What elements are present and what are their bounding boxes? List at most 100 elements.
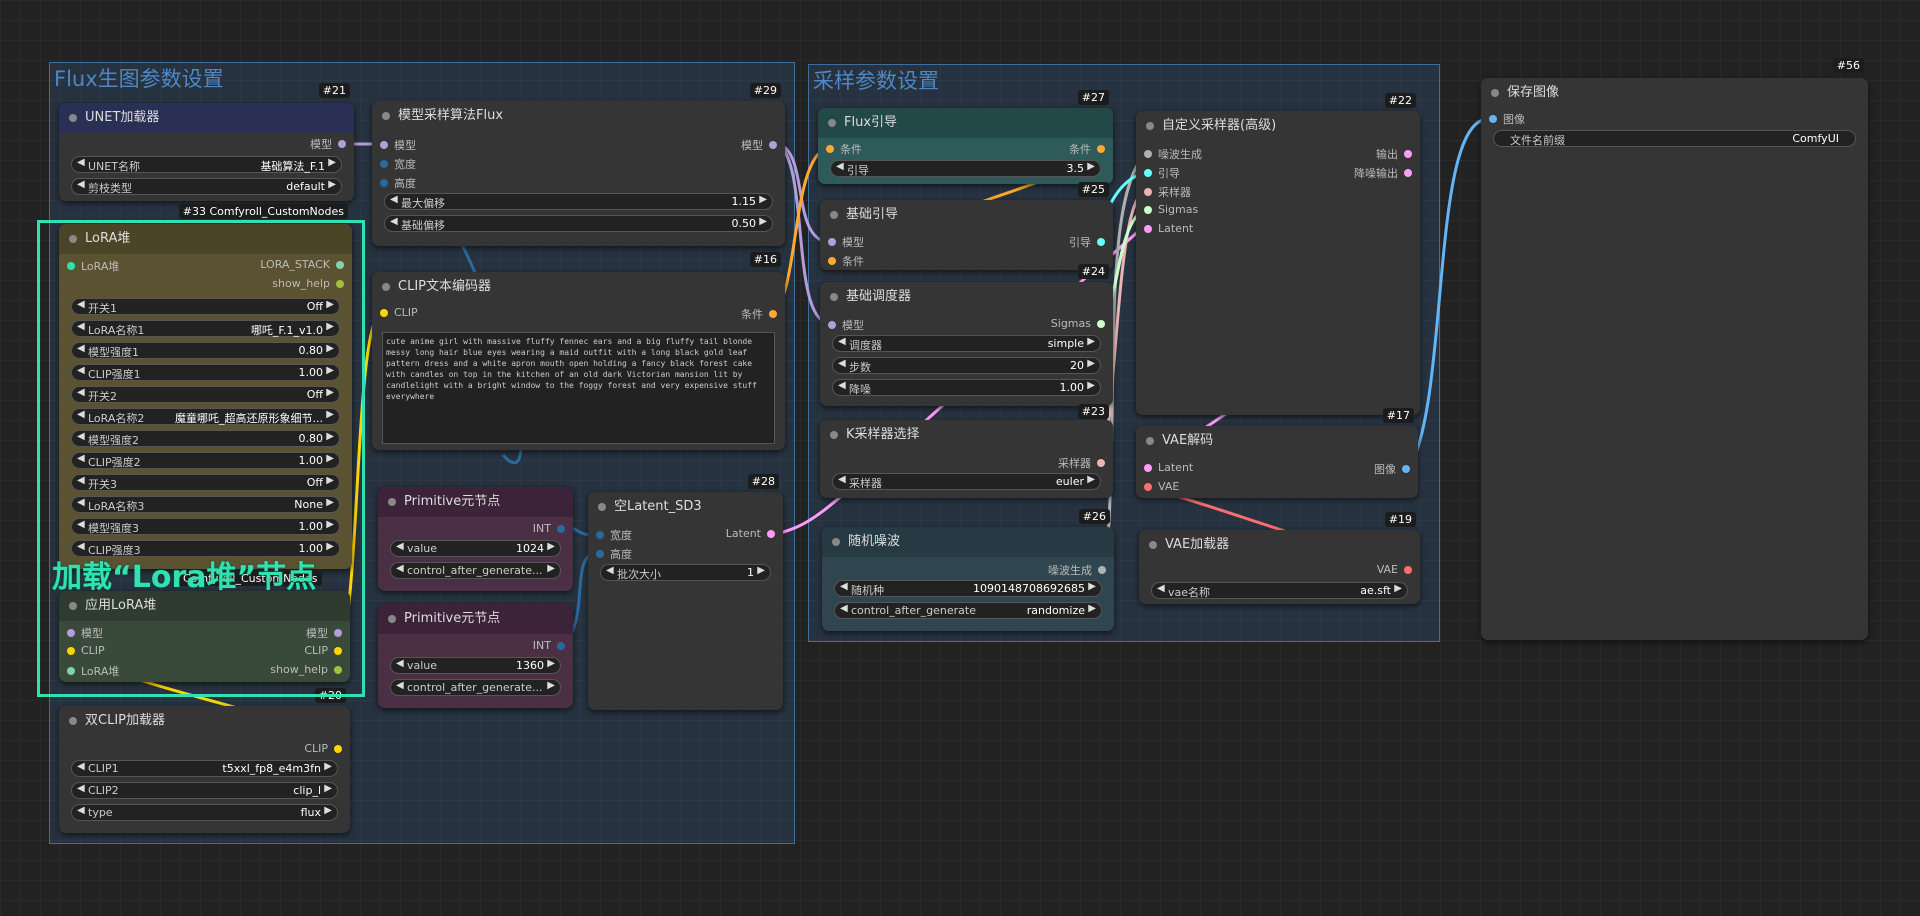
socket-icon[interactable] (1097, 238, 1105, 246)
custom-sampler-advanced-node[interactable]: 自定义采样器(高级) #22 噪波生成 输出 引导 降噪输出 采样器 Sigmas … (1136, 93, 1420, 415)
input-width[interactable]: 宽度 (596, 527, 632, 543)
arrow-right-icon[interactable]: ▶ (1087, 161, 1095, 172)
socket-icon[interactable] (1404, 150, 1412, 158)
arrow-left-icon[interactable]: ◀ (1157, 583, 1165, 594)
dual-clip-loader-node[interactable]: 双CLIP加载器 #20 CLIP ◀ CLIP1 t5xxl_fp8_e4m3fn… (59, 688, 350, 833)
socket-icon[interactable] (769, 141, 777, 149)
output-sigmas[interactable]: Sigmas (1051, 317, 1105, 330)
group-title[interactable]: 采样参数设置 (813, 65, 939, 95)
socket-icon[interactable] (596, 550, 604, 558)
arrow-right-icon[interactable]: ▶ (1394, 583, 1402, 594)
clip1-widget[interactable]: ◀ CLIP1 t5xxl_fp8_e4m3fn ▶ (71, 760, 338, 777)
node-header[interactable]: 保存图像 (1481, 78, 1868, 108)
arrow-left-icon[interactable]: ◀ (840, 581, 848, 592)
value-widget[interactable]: ◀ value 1024 ▶ (390, 540, 561, 557)
output-int[interactable]: INT (533, 639, 565, 652)
socket-icon[interactable] (1144, 188, 1152, 196)
arrow-right-icon[interactable]: ▶ (324, 783, 332, 794)
socket-icon[interactable] (826, 145, 834, 153)
node-header[interactable]: Primitive元节点 (378, 487, 573, 517)
arrow-right-icon[interactable]: ▶ (1087, 358, 1095, 369)
value-widget[interactable]: ◀ value 1360 ▶ (390, 657, 561, 674)
collapse-dot-icon[interactable] (69, 114, 77, 122)
output-latent[interactable]: Latent (726, 527, 775, 540)
socket-icon[interactable] (1144, 169, 1152, 177)
collapse-dot-icon[interactable] (388, 615, 396, 623)
input-latent[interactable]: Latent (1144, 222, 1193, 235)
collapse-dot-icon[interactable] (598, 503, 606, 511)
socket-icon[interactable] (338, 140, 346, 148)
sampler-widget[interactable]: ◀ 采样器 euler ▶ (832, 473, 1101, 490)
arrow-right-icon[interactable]: ▶ (547, 541, 555, 552)
guidance-widget[interactable]: ◀ 引导 3.5 ▶ (830, 160, 1101, 177)
arrow-right-icon[interactable]: ▶ (1088, 603, 1096, 614)
arrow-left-icon[interactable]: ◀ (396, 658, 404, 669)
random-noise-node[interactable]: 随机噪波 #26 噪波生成 ◀ 随机种 1090148708692685 ▶ ◀ con… (822, 509, 1114, 631)
empty-latent-node[interactable]: 空Latent_SD3 #28 宽度 Latent 高度 ◀ 批次大小 1 ▶ (588, 474, 783, 710)
socket-icon[interactable] (1097, 459, 1105, 467)
basic-guider-node[interactable]: 基础引导 #25 模型 引导 条件 (820, 182, 1113, 270)
socket-icon[interactable] (1489, 115, 1497, 123)
input-latent[interactable]: Latent (1144, 461, 1193, 474)
vae-decode-node[interactable]: VAE解码 #17 Latent 图像 VAE (1136, 408, 1418, 498)
arrow-left-icon[interactable]: ◀ (77, 179, 85, 190)
socket-icon[interactable] (828, 321, 836, 329)
socket-icon[interactable] (1144, 205, 1152, 214)
node-header[interactable]: VAE加载器 (1139, 530, 1420, 560)
arrow-left-icon[interactable]: ◀ (77, 805, 85, 816)
collapse-dot-icon[interactable] (1146, 122, 1154, 130)
input-sampler[interactable]: 采样器 (1144, 184, 1191, 200)
arrow-right-icon[interactable]: ▶ (759, 194, 767, 205)
output-vae[interactable]: VAE (1377, 563, 1412, 576)
socket-icon[interactable] (596, 531, 604, 539)
node-header[interactable]: K采样器选择 (820, 420, 1113, 450)
input-guider[interactable]: 引导 (1144, 165, 1180, 181)
batch-size-widget[interactable]: ◀ 批次大小 1 ▶ (600, 564, 771, 581)
node-header[interactable]: 空Latent_SD3 (588, 492, 783, 522)
output-int[interactable]: INT (533, 522, 565, 535)
socket-icon[interactable] (557, 641, 565, 650)
prune-type-widget[interactable]: ◀ 剪枝类型 default ▶ (71, 178, 342, 195)
socket-icon[interactable] (1097, 145, 1105, 153)
model-sampling-flux-node[interactable]: 模型采样算法Flux #29 模型 模型 宽度 高度 ◀ 最大偏移 1.15 ▶ ◀ 基础… (372, 83, 785, 246)
input-height[interactable]: 高度 (596, 546, 632, 562)
arrow-right-icon[interactable]: ▶ (1087, 380, 1095, 391)
arrow-right-icon[interactable]: ▶ (324, 761, 332, 772)
clip-text-encode-node[interactable]: CLIP文本编码器 #16 CLIP 条件 cute anime girl wit… (372, 252, 785, 450)
output-conditioning[interactable]: 条件 (741, 306, 777, 322)
output-noise[interactable]: 噪波生成 (1048, 562, 1106, 578)
socket-icon[interactable] (1144, 224, 1152, 233)
output-sampler[interactable]: 采样器 (1058, 455, 1105, 471)
arrow-left-icon[interactable]: ◀ (396, 541, 404, 552)
input-sigmas[interactable]: Sigmas (1144, 203, 1198, 216)
arrow-left-icon[interactable]: ◀ (838, 380, 846, 391)
collapse-dot-icon[interactable] (830, 211, 838, 219)
node-header[interactable]: CLIP文本编码器 (372, 272, 785, 302)
collapse-dot-icon[interactable] (382, 112, 390, 120)
node-header[interactable]: UNET加载器 (59, 103, 354, 133)
socket-icon[interactable] (828, 238, 836, 246)
socket-icon[interactable] (380, 308, 388, 317)
control-after-generate-widget[interactable]: ◀ control_after_generate randomize ▶ (834, 602, 1102, 619)
input-model[interactable]: 模型 (828, 317, 864, 333)
node-header[interactable]: 随机噪波 (822, 527, 1114, 557)
socket-icon[interactable] (1402, 465, 1410, 473)
socket-icon[interactable] (1144, 150, 1152, 158)
input-model[interactable]: 模型 (828, 234, 864, 250)
arrow-left-icon[interactable]: ◀ (77, 761, 85, 772)
arrow-left-icon[interactable]: ◀ (836, 161, 844, 172)
arrow-right-icon[interactable]: ▶ (547, 680, 555, 691)
input-noise[interactable]: 噪波生成 (1144, 146, 1202, 162)
base-shift-widget[interactable]: ◀ 基础偏移 0.50 ▶ (384, 215, 773, 232)
socket-icon[interactable] (767, 529, 775, 538)
clip-type-widget[interactable]: ◀ type flux ▶ (71, 804, 338, 821)
node-header[interactable]: Primitive元节点 (378, 604, 573, 634)
socket-icon[interactable] (380, 141, 388, 149)
unet-loader-node[interactable]: UNET加载器 #21 模型 ◀ UNET名称 基础算法_F.1 ▶ ◀ 剪枝类型 def… (59, 83, 354, 201)
collapse-dot-icon[interactable] (382, 283, 390, 291)
input-height[interactable]: 高度 (380, 175, 416, 191)
arrow-left-icon[interactable]: ◀ (77, 783, 85, 794)
clip2-widget[interactable]: ◀ CLIP2 clip_l ▶ (71, 782, 338, 799)
primitive-height-node[interactable]: Primitive元节点 INT ◀ value 1360 ▶ ◀ control_af… (378, 604, 573, 708)
scheduler-widget[interactable]: ◀ 调度器 simple ▶ (832, 335, 1101, 352)
